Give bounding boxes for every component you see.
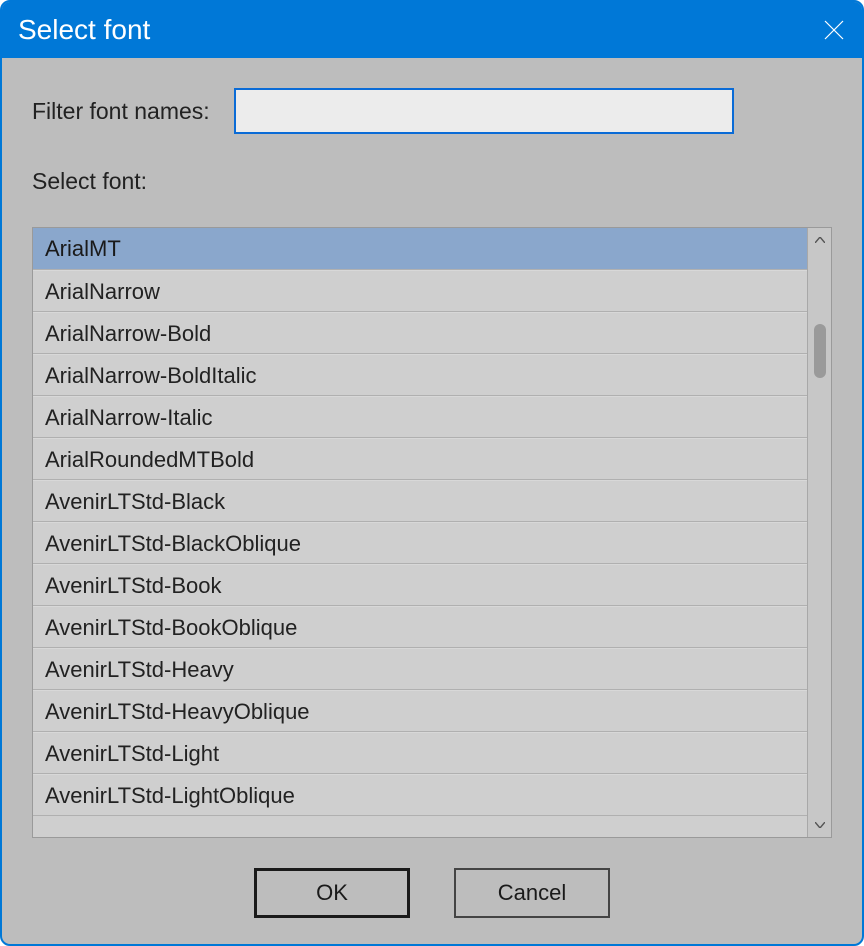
list-item[interactable]: ArialNarrow: [33, 270, 807, 312]
list-item[interactable]: AvenirLTStd-Light: [33, 732, 807, 774]
list-item[interactable]: AvenirLTStd-HeavyOblique: [33, 690, 807, 732]
window-title: Select font: [18, 14, 150, 46]
list-item[interactable]: ArialNarrow-BoldItalic: [33, 354, 807, 396]
font-list[interactable]: ArialMTArialNarrowArialNarrow-BoldArialN…: [33, 228, 807, 837]
list-item[interactable]: AvenirLTStd-Black: [33, 480, 807, 522]
close-icon[interactable]: [820, 16, 848, 44]
font-listbox: ArialMTArialNarrowArialNarrow-BoldArialN…: [32, 227, 832, 838]
filter-row: Filter font names:: [32, 88, 832, 134]
list-item[interactable]: ArialNarrow-Bold: [33, 312, 807, 354]
filter-label: Filter font names:: [32, 98, 210, 125]
list-item[interactable]: AvenirLTStd-BookOblique: [33, 606, 807, 648]
list-item[interactable]: AvenirLTStd-Heavy: [33, 648, 807, 690]
filter-input[interactable]: [234, 88, 734, 134]
select-font-dialog: Select font Filter font names: Select fo…: [0, 0, 864, 946]
button-row: OK Cancel: [32, 838, 832, 918]
scrollbar: [807, 228, 831, 837]
scroll-thumb[interactable]: [814, 324, 826, 378]
list-item[interactable]: ArialMT: [33, 228, 807, 270]
list-item[interactable]: ArialNarrow-Italic: [33, 396, 807, 438]
list-item[interactable]: AvenirLTStd-Book: [33, 564, 807, 606]
titlebar: Select font: [2, 2, 862, 58]
select-font-label: Select font:: [32, 168, 832, 195]
scroll-down-icon[interactable]: [808, 813, 831, 837]
dialog-body: Filter font names: Select font: ArialMTA…: [2, 58, 862, 944]
list-item[interactable]: AvenirLTStd-BlackOblique: [33, 522, 807, 564]
scroll-track[interactable]: [808, 252, 831, 813]
scroll-up-icon[interactable]: [808, 228, 831, 252]
cancel-button[interactable]: Cancel: [454, 868, 610, 918]
list-item[interactable]: AvenirLTStd-LightOblique: [33, 774, 807, 816]
ok-button[interactable]: OK: [254, 868, 410, 918]
list-item[interactable]: ArialRoundedMTBold: [33, 438, 807, 480]
